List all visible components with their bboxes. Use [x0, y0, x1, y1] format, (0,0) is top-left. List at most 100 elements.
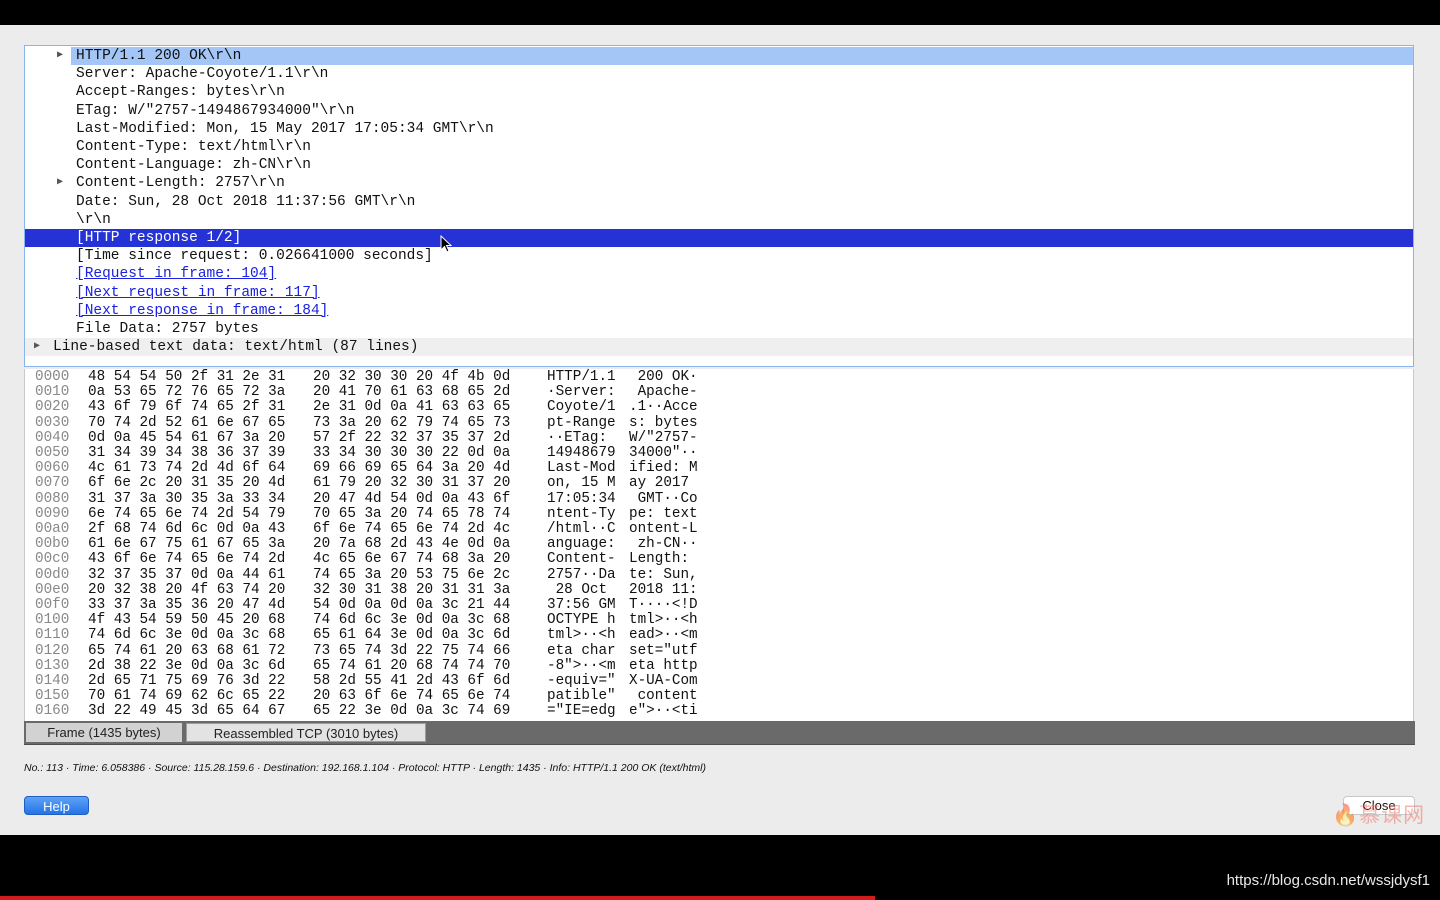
hex-bytes-right: 65 22 3e 0d 0a 3c 74 69: [313, 703, 511, 720]
hex-row[interactable]: 0060 4c 61 73 74 2d 4d 6f 64 69 66 69 65 6…: [25, 460, 1413, 477]
hex-offset: 00f0: [35, 597, 70, 613]
hex-row[interactable]: 0070 6f 6e 2c 20 31 35 20 4d 61 79 20 32 3…: [25, 476, 1413, 491]
ascii-left: anguage:: [547, 536, 616, 553]
hex-bytes-right: 33 34 30 30 30 22 0d 0a: [313, 445, 511, 461]
detail-row[interactable]: Server: Apache-Coyote/1.1\r\n: [25, 65, 1413, 83]
hex-bytes-left: 2f 68 74 6d 6c 0d 0a 43: [88, 521, 286, 537]
hex-row[interactable]: 0130 2d 38 22 3e 0d 0a 3c 6d 65 74 61 20 6…: [25, 657, 1413, 674]
hex-row[interactable]: 0110 74 6d 6c 3e 0d 0a 3c 68 65 61 64 3e 0…: [25, 628, 1413, 643]
hex-offset: 00b0: [35, 536, 70, 553]
hex-row[interactable]: 0030 70 74 2d 52 61 6e 67 65 73 3a 20 62 7…: [25, 414, 1413, 431]
hex-row[interactable]: 00c0 43 6f 6e 74 65 6e 74 2d 4c 65 6e 67 7…: [25, 552, 1413, 567]
hex-bytes-right: 73 65 74 3d 22 75 74 66: [313, 642, 511, 659]
ascii-right: ay 2017: [629, 475, 698, 492]
hex-row[interactable]: 0050 31 34 39 34 38 36 37 39 33 34 30 30 3…: [25, 445, 1413, 461]
detail-row-text: Content-Type: text/html\r\n: [76, 139, 311, 155]
ascii-left: ·Server:: [547, 384, 616, 401]
hex-row[interactable]: 0000 48 54 54 50 2f 31 2e 31 20 32 30 30 2…: [25, 369, 1413, 385]
tab-frame[interactable]: Frame (1435 bytes): [26, 723, 182, 742]
hex-row[interactable]: 00b0 61 6e 67 75 61 67 65 3a 20 7a 68 2d 4…: [25, 536, 1413, 553]
hex-bytes-right: 57 2f 22 32 37 35 37 2d: [313, 429, 511, 446]
ascii-left: pt-Range: [547, 414, 616, 431]
detail-row[interactable]: ▶ HTTP/1.1 200 OK\r\n: [57, 47, 1413, 65]
mouse-pointer-icon: [440, 235, 453, 253]
hex-row[interactable]: 00e0 20 32 38 20 4f 63 74 20 32 30 31 38 2…: [25, 582, 1413, 598]
hex-row[interactable]: 0080 31 37 3a 30 35 3a 33 34 20 47 4d 54 0…: [25, 490, 1413, 507]
hex-bytes-right: 58 2d 55 41 2d 43 6f 6d: [313, 673, 511, 689]
flame-icon: 🔥: [1332, 803, 1360, 827]
watermark-logo: 🔥慕课网: [1332, 799, 1425, 829]
detail-row[interactable]: [Next request in frame: 117]: [25, 284, 1413, 302]
detail-row-text: Server: Apache-Coyote/1.1\r\n: [76, 66, 329, 83]
ascii-right: eta http: [629, 657, 698, 674]
frame-link[interactable]: [Next response in frame: 184]: [76, 302, 328, 320]
hex-row[interactable]: 00f0 33 37 3a 35 36 20 47 4d 54 0d 0a 0d 0…: [25, 597, 1413, 613]
hex-bytes-left: 33 37 3a 35 36 20 47 4d: [88, 597, 286, 613]
ascii-right: ead>··<m: [629, 627, 698, 644]
video-progress-bar: [0, 896, 875, 900]
ascii-left: Coyote/1: [547, 399, 616, 416]
hex-bytes-left: 3d 22 49 45 3d 65 64 67: [88, 703, 286, 720]
footer-url-watermark: https://blog.csdn.net/wssjdysf1: [1226, 872, 1430, 889]
expand-triangle-icon[interactable]: ▶: [54, 174, 66, 192]
hex-bytes-right: 20 32 30 30 20 4f 4b 0d: [313, 369, 511, 385]
frame-link[interactable]: [Request in frame: 104]: [76, 265, 276, 283]
packet-bytes-pane[interactable]: 0000 48 54 54 50 2f 31 2e 31 20 32 30 30 2…: [24, 369, 1414, 721]
detail-row[interactable]: Date: Sun, 28 Oct 2018 11:37:56 GMT\r\n: [25, 193, 1413, 211]
hex-offset: 0120: [35, 642, 70, 659]
hex-bytes-left: 6e 74 65 6e 74 2d 54 79: [88, 505, 286, 522]
detail-row[interactable]: ▶ Line-based text data: text/html (87 lin…: [25, 338, 1413, 357]
detail-row-text: Content-Language: zh-CN\r\n: [76, 157, 311, 174]
detail-row[interactable]: Content-Language: zh-CN\r\n: [25, 156, 1413, 174]
ascii-left: HTTP/1.1: [547, 369, 616, 385]
ascii-left: ··ETag:: [547, 429, 616, 446]
hex-offset: 0140: [35, 673, 70, 689]
detail-row[interactable]: [Next response in frame: 184]: [25, 302, 1413, 320]
hex-row[interactable]: 0160 3d 22 49 45 3d 65 64 67 65 22 3e 0d 0…: [25, 704, 1413, 719]
hex-row[interactable]: 0120 65 74 61 20 63 68 61 72 73 65 74 3d 2…: [25, 642, 1413, 659]
ascii-right: s: bytes: [629, 414, 698, 431]
ascii-left: Last-Mod: [547, 460, 616, 477]
detail-row[interactable]: [HTTP response 1/2]: [25, 229, 1413, 247]
hex-row[interactable]: 00d0 32 37 35 37 0d 0a 44 61 74 65 3a 20 5…: [25, 566, 1413, 583]
detail-row[interactable]: Content-Type: text/html\r\n: [25, 138, 1413, 156]
hex-row[interactable]: 0140 2d 65 71 75 69 76 3d 22 58 2d 55 41 2…: [25, 673, 1413, 689]
ascii-left: 17:05:34: [547, 490, 616, 507]
hex-bytes-right: 20 63 6f 6e 74 65 6e 74: [313, 688, 511, 705]
detail-row[interactable]: \r\n: [25, 211, 1413, 229]
ascii-left: 37:56 GM: [547, 597, 616, 613]
expand-triangle-icon[interactable]: ▶: [31, 338, 43, 356]
hex-row[interactable]: 00a0 2f 68 74 6d 6c 0d 0a 43 6f 6e 74 65 6…: [25, 521, 1413, 537]
hex-offset: 0010: [35, 384, 70, 401]
hex-row[interactable]: 0020 43 6f 79 6f 74 65 2f 31 2e 31 0d 0a 4…: [25, 400, 1413, 415]
detail-row[interactable]: Accept-Ranges: bytes\r\n: [25, 83, 1413, 101]
frame-link[interactable]: [Next request in frame: 117]: [76, 284, 320, 302]
ascii-right: set="utf: [629, 642, 698, 659]
hex-offset: 00d0: [35, 566, 70, 583]
expand-triangle-icon[interactable]: ▶: [54, 47, 66, 65]
detail-row-text: [HTTP response 1/2]: [76, 230, 242, 246]
detail-row[interactable]: Last-Modified: Mon, 15 May 2017 17:05:34…: [25, 120, 1413, 138]
hex-row[interactable]: 0100 4f 43 54 59 50 45 20 68 74 6d 6c 3e 0…: [25, 612, 1413, 628]
help-button[interactable]: Help: [24, 796, 89, 815]
detail-row[interactable]: [Request in frame: 104]: [25, 265, 1413, 283]
hex-bytes-left: 0a 53 65 72 76 65 72 3a: [88, 384, 286, 401]
hex-bytes-right: 74 65 3a 20 53 75 6e 2c: [313, 566, 511, 583]
detail-row[interactable]: ▶ Content-Length: 2757\r\n: [25, 174, 1413, 192]
ascii-right: 34000"··: [629, 445, 698, 461]
tab-reassembled-tcp[interactable]: Reassembled TCP (3010 bytes): [186, 723, 426, 742]
hex-bytes-left: 32 37 35 37 0d 0a 44 61: [88, 566, 286, 583]
detail-row[interactable]: File Data: 2757 bytes: [25, 320, 1413, 338]
hex-offset: 0160: [35, 703, 70, 720]
hex-row[interactable]: 0150 70 61 74 69 62 6c 65 22 20 63 6f 6e 7…: [25, 688, 1413, 705]
packet-details-tree[interactable]: ▶ HTTP/1.1 200 OK\r\n Server: Apache-Coyot…: [24, 45, 1414, 367]
hex-bytes-right: 73 3a 20 62 79 74 65 73: [313, 414, 511, 431]
hex-bytes-left: 65 74 61 20 63 68 61 72: [88, 642, 286, 659]
hex-bytes-right: 20 7a 68 2d 43 4e 0d 0a: [313, 536, 511, 553]
hex-row[interactable]: 0010 0a 53 65 72 76 65 72 3a 20 41 70 61 6…: [25, 384, 1413, 401]
hex-row[interactable]: 0090 6e 74 65 6e 74 2d 54 79 70 65 3a 20 7…: [25, 505, 1413, 522]
detail-row[interactable]: [Time since request: 0.026641000 seconds…: [25, 247, 1413, 265]
detail-row[interactable]: ETag: W/"2757-1494867934000"\r\n: [25, 102, 1413, 120]
hex-bytes-left: 4c 61 73 74 2d 4d 6f 64: [88, 460, 286, 477]
hex-row[interactable]: 0040 0d 0a 45 54 61 67 3a 20 57 2f 22 32 3…: [25, 429, 1413, 446]
